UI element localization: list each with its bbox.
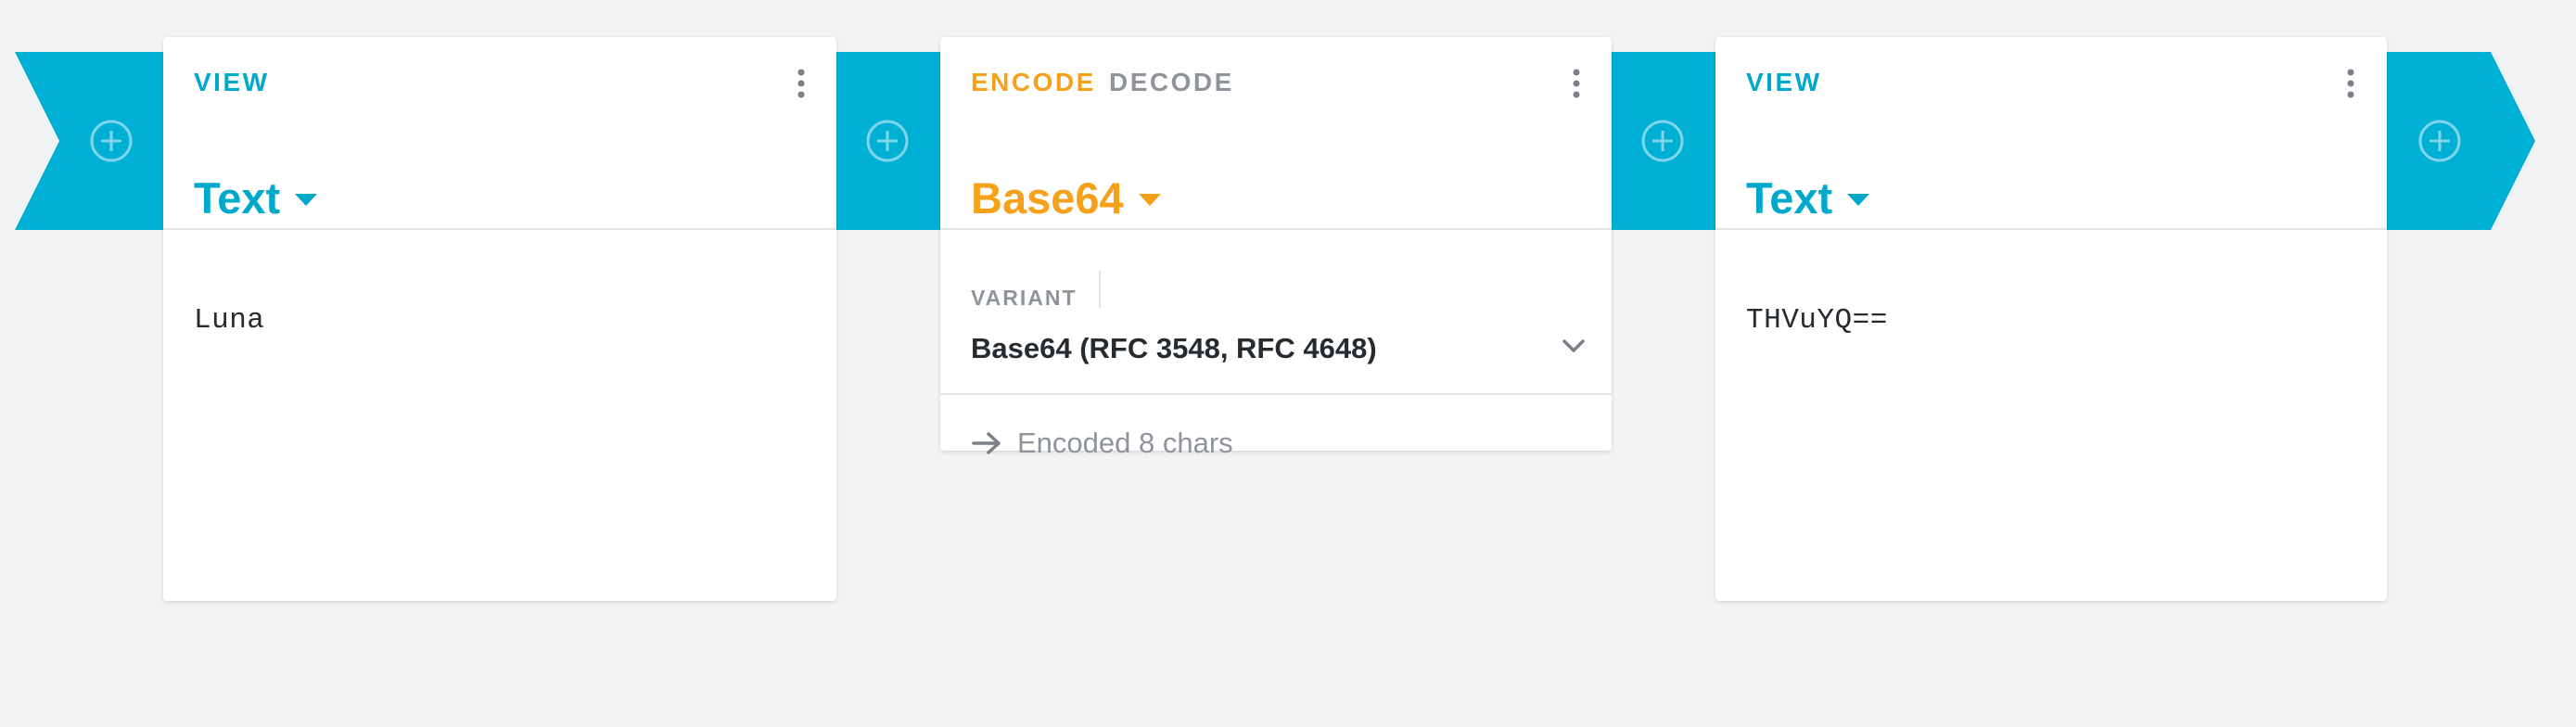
plus-circle-icon	[90, 120, 133, 162]
text-content[interactable]: THVuYQ==	[1746, 304, 1888, 337]
add-step-button[interactable]	[864, 118, 911, 164]
caret-down-icon	[295, 194, 318, 206]
card-header: VIEW Text	[1715, 37, 2387, 230]
text-content[interactable]: Luna	[194, 304, 264, 337]
encoder-card: ENCODE DECODE Base64 VARIANT Base64 (RFC…	[940, 37, 1612, 459]
output-view-card: VIEW Text THVuYQ==	[1715, 37, 2387, 601]
variant-select[interactable]: VARIANT Base64 (RFC 3548, RFC 4648)	[940, 267, 1612, 395]
add-step-button[interactable]	[2417, 118, 2463, 164]
chevron-down-icon	[1562, 339, 1585, 352]
add-step-button[interactable]	[1639, 118, 1686, 164]
format-selector[interactable]: Text	[194, 173, 318, 223]
more-vertical-icon	[1573, 69, 1580, 98]
input-view-card: VIEW Text Luna	[163, 37, 836, 601]
tab-encode[interactable]: ENCODE	[971, 68, 1096, 97]
tab-view[interactable]: VIEW	[194, 68, 270, 97]
card-header: VIEW Text	[163, 37, 836, 230]
format-label: Text	[1746, 173, 1833, 223]
plus-circle-icon	[1641, 120, 1684, 162]
card-header: ENCODE DECODE Base64	[940, 37, 1612, 230]
caret-down-icon	[1847, 194, 1870, 206]
more-vertical-icon	[2347, 69, 2354, 98]
encode-status: Encoded 8 chars	[971, 427, 1233, 460]
tab-decode[interactable]: DECODE	[1109, 68, 1234, 97]
card-menu-button[interactable]	[2337, 65, 2365, 102]
status-text: Encoded 8 chars	[1017, 427, 1233, 459]
variant-value: Base64 (RFC 3548, RFC 4648)	[971, 332, 1377, 364]
add-step-button[interactable]	[88, 118, 134, 164]
variant-label: VARIANT	[971, 286, 1078, 310]
divider	[1099, 271, 1101, 308]
tab-view[interactable]: VIEW	[1746, 68, 1822, 97]
card-menu-button[interactable]	[1562, 65, 1590, 102]
format-selector[interactable]: Text	[1746, 173, 1870, 223]
encoding-label: Base64	[971, 173, 1124, 223]
plus-circle-icon	[2418, 120, 2461, 162]
more-vertical-icon	[797, 69, 805, 98]
caret-down-icon	[1138, 194, 1161, 206]
encoding-selector[interactable]: Base64	[971, 176, 1161, 220]
arrow-right-icon	[972, 432, 1001, 454]
plus-circle-icon	[866, 120, 909, 162]
card-menu-button[interactable]	[787, 65, 815, 102]
format-label: Text	[194, 173, 281, 223]
